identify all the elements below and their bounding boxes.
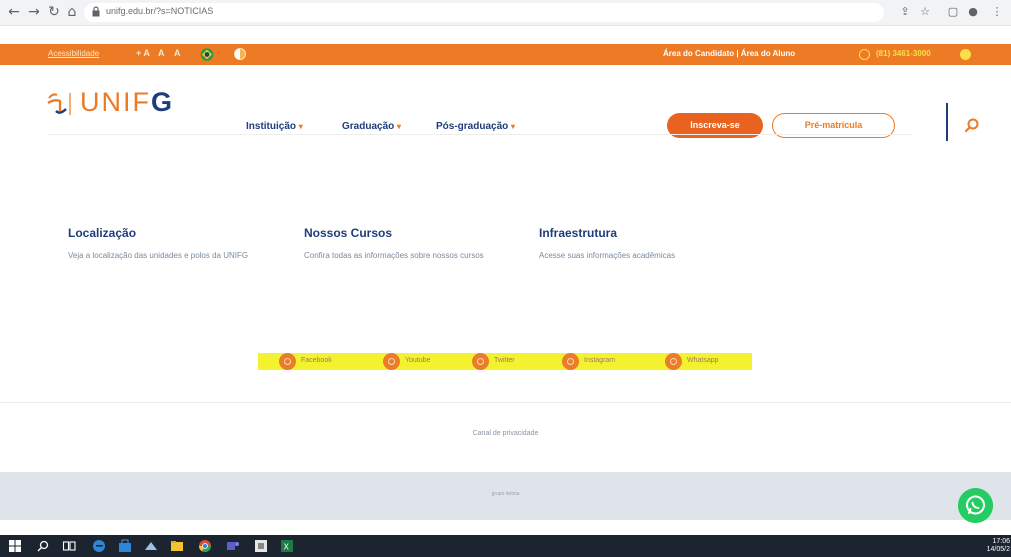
instagram-icon	[562, 353, 579, 370]
tab-icon[interactable]: ▢	[946, 5, 960, 19]
card-infraestrutura[interactable]: Infraestrutura Acesse suas informações a…	[519, 206, 739, 302]
chevron-down-icon: ▾	[511, 122, 516, 131]
facebook-icon	[279, 353, 296, 370]
header-divider	[946, 103, 948, 141]
menu-label: Pós-graduação	[436, 121, 509, 132]
browser-toolbar: ← → ↻ ⌂ unifg.edu.br/?s=NOTICIAS ⇪ ☆ ▢ ●…	[0, 0, 1011, 26]
clock-time: 17:06	[992, 538, 1010, 545]
unifg-logo[interactable]: UNIFG	[46, 87, 206, 121]
svg-text:X: X	[284, 543, 290, 552]
card-nossos-cursos[interactable]: Nossos Cursos Confira todas as informaçõ…	[284, 206, 504, 302]
contrast-icon[interactable]	[234, 48, 246, 60]
whatsapp-icon	[665, 353, 682, 370]
clock-date: 14/05/2	[986, 546, 1010, 553]
social-twitter[interactable]: Twitter	[472, 353, 552, 370]
logo-text-g: G	[151, 87, 175, 117]
search-icon[interactable]	[36, 539, 50, 553]
whatsapp-float-icon[interactable]	[958, 488, 993, 523]
font-normal-button[interactable]: A	[158, 48, 165, 58]
windows-taskbar: X 17:06 14/05/2	[0, 535, 1011, 557]
reload-icon[interactable]: ↻	[46, 4, 62, 20]
address-bar[interactable]: unifg.edu.br/?s=NOTICIAS	[84, 3, 884, 22]
card-description: Veja a localização das unidades e polos …	[68, 251, 249, 260]
menu-label: Instituição	[246, 121, 297, 132]
mail-icon[interactable]	[144, 539, 158, 553]
social-label: Instagram	[584, 357, 616, 364]
chevron-down-icon: ▾	[298, 122, 303, 131]
chevron-down-icon: ▾	[397, 122, 402, 131]
card-title: Infraestrutura	[539, 226, 618, 240]
phone-number[interactable]: (81) 3461-3000	[876, 49, 931, 58]
social-label: Whatsapp	[687, 357, 719, 364]
system-clock[interactable]: 17:06 14/05/2	[970, 538, 1010, 554]
social-instagram[interactable]: Instagram	[562, 353, 652, 370]
teams-icon[interactable]	[226, 539, 240, 553]
menu-pos-graduacao[interactable]: Pós-graduação ▾	[436, 121, 515, 132]
footer-divider	[0, 402, 1011, 403]
logo-text: UNIFG	[80, 87, 174, 118]
accessibility-bar: Acessibilidade + A A A Área do Candidato…	[0, 44, 1011, 65]
menu-graduacao[interactable]: Graduação ▾	[342, 121, 401, 132]
footer-small-text: grupo ânima	[491, 491, 520, 497]
task-view-icon[interactable]	[62, 539, 76, 553]
card-description: Acesse suas informações acadêmicas	[539, 251, 676, 260]
lock-icon	[92, 6, 100, 17]
phone-icon[interactable]	[960, 49, 971, 60]
menu-instituicao[interactable]: Instituição ▾	[246, 121, 303, 132]
font-decrease-button[interactable]: A	[174, 48, 181, 58]
menu-icon[interactable]: ⋮	[990, 5, 1004, 19]
social-facebook[interactable]: Facebook	[279, 353, 369, 370]
social-label: Facebook	[301, 357, 332, 364]
card-description: Confira todas as informações sobre nosso…	[304, 251, 484, 260]
accessibility-link[interactable]: Acessibilidade	[48, 49, 99, 58]
edge-icon[interactable]	[92, 539, 106, 553]
home-icon[interactable]: ⌂	[64, 4, 80, 20]
header-bottom-line	[48, 134, 912, 135]
font-increase-button[interactable]: + A	[136, 48, 150, 58]
search-icon[interactable]	[964, 117, 980, 133]
chrome-icon[interactable]	[198, 539, 212, 553]
card-title: Nossos Cursos	[304, 226, 393, 240]
back-arrow-icon[interactable]: ←	[6, 4, 22, 20]
whatsapp-icon[interactable]	[859, 49, 870, 60]
youtube-icon	[383, 353, 400, 370]
social-links: Facebook Youtube Twitter Instagram Whats…	[258, 353, 752, 370]
forward-arrow-icon[interactable]: →	[26, 4, 42, 20]
brazil-flag-icon[interactable]	[200, 48, 214, 61]
candidate-student-links[interactable]: Área do Candidato | Área do Aluno	[663, 49, 795, 58]
social-youtube[interactable]: Youtube	[383, 353, 463, 370]
star-icon[interactable]: ☆	[918, 5, 932, 19]
twitter-icon	[472, 353, 489, 370]
windows-start-icon[interactable]	[8, 539, 22, 553]
profile-icon[interactable]: ●	[966, 5, 980, 19]
privacy-channel-link[interactable]: Canal de privacidade	[0, 430, 1011, 437]
social-whatsapp[interactable]: Whatsapp	[665, 353, 750, 370]
app-icon[interactable]	[254, 539, 268, 553]
store-icon[interactable]	[118, 539, 132, 553]
share-icon[interactable]: ⇪	[898, 5, 912, 19]
logo-text-unif: UNIF	[80, 87, 151, 117]
menu-label: Graduação	[342, 121, 395, 132]
social-label: Twitter	[494, 357, 515, 364]
card-localizacao[interactable]: Localização Veja a localização das unida…	[48, 206, 268, 302]
logo-mark-icon	[47, 93, 71, 115]
file-explorer-icon[interactable]	[170, 539, 184, 553]
card-title: Localização	[68, 226, 137, 240]
excel-icon[interactable]: X	[280, 539, 294, 553]
social-label: Youtube	[405, 357, 431, 364]
url-text[interactable]: unifg.edu.br/?s=NOTICIAS	[106, 6, 213, 16]
